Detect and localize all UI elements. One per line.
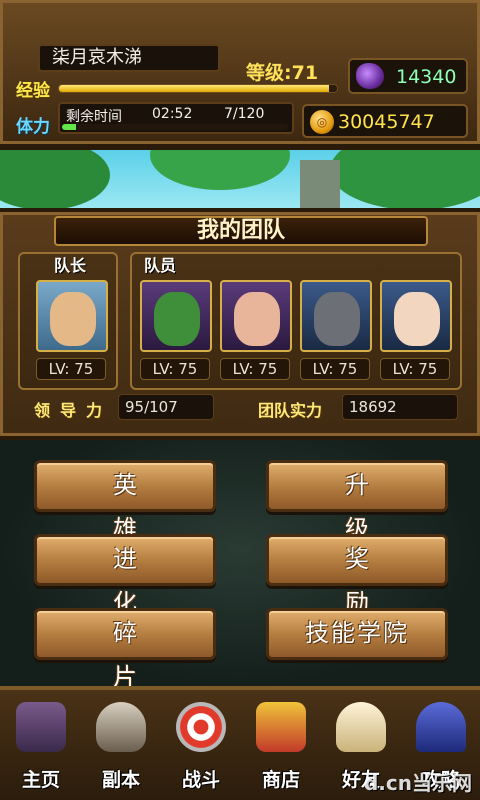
member-portrait [394, 292, 440, 346]
nav-battle-label: 战斗 [181, 769, 220, 791]
nav-home[interactable]: 主页 [2, 698, 80, 798]
gold-panel[interactable]: ◎ 30045747 [302, 104, 468, 138]
team-title: 我的团队 [54, 216, 428, 246]
stamina-plate: 剩余时间 02:52 7/120 [58, 102, 294, 134]
stamina-timer: 02:52 [152, 106, 193, 122]
team-panel: 我的团队 队长 队员 LV: 75 LV: 75 LV: 75 LV: 75 L… [0, 208, 480, 440]
member-card[interactable] [140, 280, 212, 352]
stamina-label: 体力 [16, 117, 50, 137]
leadership-label: 领导力 [34, 401, 113, 420]
leader-level: LV: 75 [36, 358, 106, 380]
members-tag: 队员 [144, 256, 177, 275]
player-name: 柒月哀木涕 [38, 44, 220, 72]
target-icon [176, 702, 226, 752]
skull-icon [96, 702, 146, 752]
member-portrait [314, 292, 360, 346]
tree-trunk [300, 160, 340, 210]
nav-battle[interactable]: 战斗 [162, 698, 240, 798]
gem-panel[interactable]: 14340 [348, 58, 468, 94]
upgrade-button[interactable]: 升级 [266, 460, 448, 543]
evolve-button[interactable]: 进化 [34, 534, 216, 617]
team-power-value: 18692 [342, 394, 458, 420]
main-menu: 英雄 升级 进化 奖励 碎片 技能学院 [0, 440, 480, 691]
member-portrait [234, 292, 280, 346]
exp-bar [58, 84, 338, 93]
member-card[interactable] [300, 280, 372, 352]
bottom-nav: 主页 副本 战斗 商店 好友 攻略 d.cn当乐网 [0, 686, 480, 800]
house-icon [16, 702, 66, 752]
nav-shop-label: 商店 [261, 769, 300, 791]
leader-portrait [50, 292, 96, 346]
rewards-button[interactable]: 奖励 [266, 534, 448, 617]
member-card[interactable] [220, 280, 292, 352]
gem-icon [356, 63, 384, 89]
stamina-count: 7/120 [224, 106, 265, 122]
tree-foliage [0, 150, 110, 210]
member-level: LV: 75 [140, 358, 210, 380]
stamina-bar [62, 124, 288, 130]
member-level: LV: 75 [220, 358, 290, 380]
nav-dungeon-label: 副本 [101, 769, 140, 791]
team-power-label: 团队实力 [258, 401, 323, 420]
nav-dungeon[interactable]: 副本 [82, 698, 160, 798]
member-portrait [154, 292, 200, 346]
stamina-bar-fill [62, 124, 76, 130]
gold-count: 30045747 [338, 111, 435, 133]
player-header: 柒月哀木涕 等级:71 经验 14340 体力 剩余时间 02:52 7/120… [0, 0, 480, 150]
merchant-icon [256, 702, 306, 752]
heroes-button[interactable]: 英雄 [34, 460, 216, 543]
skill-academy-button[interactable]: 技能学院 [266, 608, 448, 660]
gold-coin-icon: ◎ [310, 110, 334, 134]
stamina-remaining-label: 剩余时间 [66, 109, 122, 125]
nav-shop[interactable]: 商店 [242, 698, 320, 798]
player-level: 等级:71 [246, 62, 319, 84]
exp-bar-fill [59, 85, 329, 92]
gem-count: 14340 [396, 66, 457, 88]
tree-foliage [330, 150, 480, 210]
watermark: d.cn当乐网 [363, 771, 472, 795]
leadership-value: 95/107 [118, 394, 214, 420]
wizard-hat-icon [416, 702, 466, 752]
leader-card[interactable] [36, 280, 108, 352]
tree-foliage [150, 150, 290, 190]
forest-background [0, 150, 480, 210]
wings-icon [336, 702, 386, 752]
leader-tag: 队长 [54, 256, 87, 275]
member-level: LV: 75 [380, 358, 450, 380]
exp-label: 经验 [16, 81, 50, 101]
fragments-button[interactable]: 碎片 [34, 608, 216, 691]
nav-home-label: 主页 [21, 769, 60, 791]
member-card[interactable] [380, 280, 452, 352]
member-level: LV: 75 [300, 358, 370, 380]
